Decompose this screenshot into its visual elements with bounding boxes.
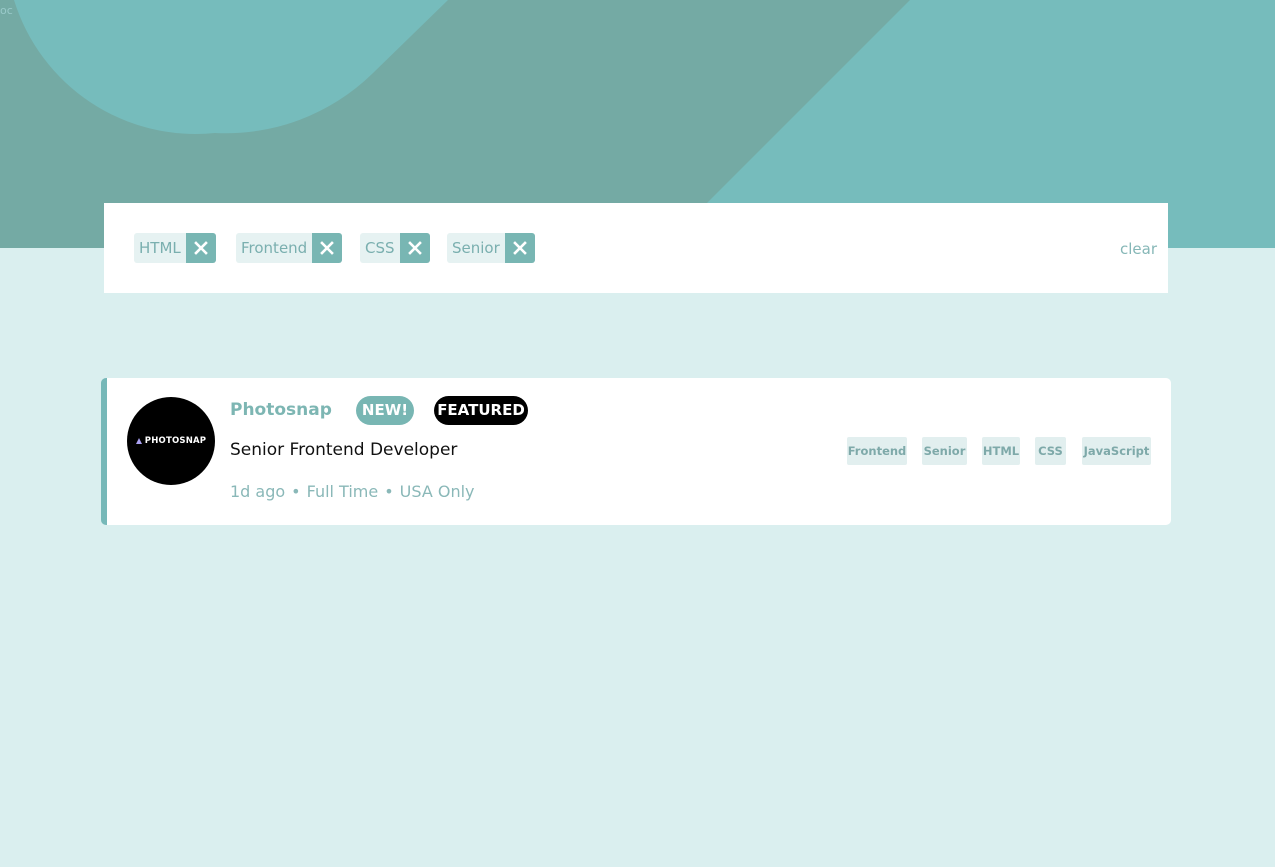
close-icon (407, 241, 422, 255)
meta-separator: • (384, 482, 394, 501)
remove-filter-button[interactable] (504, 233, 535, 263)
remove-filter-button[interactable] (312, 233, 343, 263)
featured-badge: FEATURED (434, 396, 528, 425)
filter-chip-label: CSS (360, 233, 400, 263)
meta-separator: • (291, 482, 301, 501)
remove-filter-button[interactable] (185, 233, 216, 263)
filter-chip-frontend: Frontend (236, 233, 343, 263)
close-icon (193, 241, 208, 255)
company-name: Photosnap (230, 400, 332, 420)
filter-chip-label: Frontend (236, 233, 313, 263)
tag-frontend[interactable]: Frontend (847, 437, 907, 465)
filter-chip-html: HTML (134, 233, 216, 263)
filter-chip-label: HTML (134, 233, 186, 263)
tag-html[interactable]: HTML (982, 437, 1020, 465)
filter-bar: HTML Frontend CSS Senior clear (104, 203, 1168, 293)
tag-javascript[interactable]: JavaScript (1082, 437, 1151, 465)
filter-chip-senior: Senior (447, 233, 535, 263)
job-card: PHOTOSNAP Photosnap NEW! FEATURED Senior… (101, 378, 1171, 525)
posted-at: 1d ago (230, 482, 286, 501)
close-icon (320, 241, 335, 255)
tag-senior[interactable]: Senior (922, 437, 967, 465)
close-icon (512, 241, 527, 255)
job-tags: Frontend Senior HTML CSS JavaScript (107, 437, 1171, 465)
new-badge: NEW! (356, 396, 414, 425)
job-location: USA Only (399, 482, 475, 501)
filter-chip-css: CSS (360, 233, 430, 263)
contract-type: Full Time (306, 482, 379, 501)
clear-filters-button[interactable]: clear (1120, 240, 1157, 258)
corner-text: oc (0, 4, 13, 17)
remove-filter-button[interactable] (399, 233, 430, 263)
job-meta: 1d ago • Full Time • USA Only (230, 482, 475, 501)
tag-css[interactable]: CSS (1035, 437, 1066, 465)
filter-chip-label: Senior (447, 233, 505, 263)
